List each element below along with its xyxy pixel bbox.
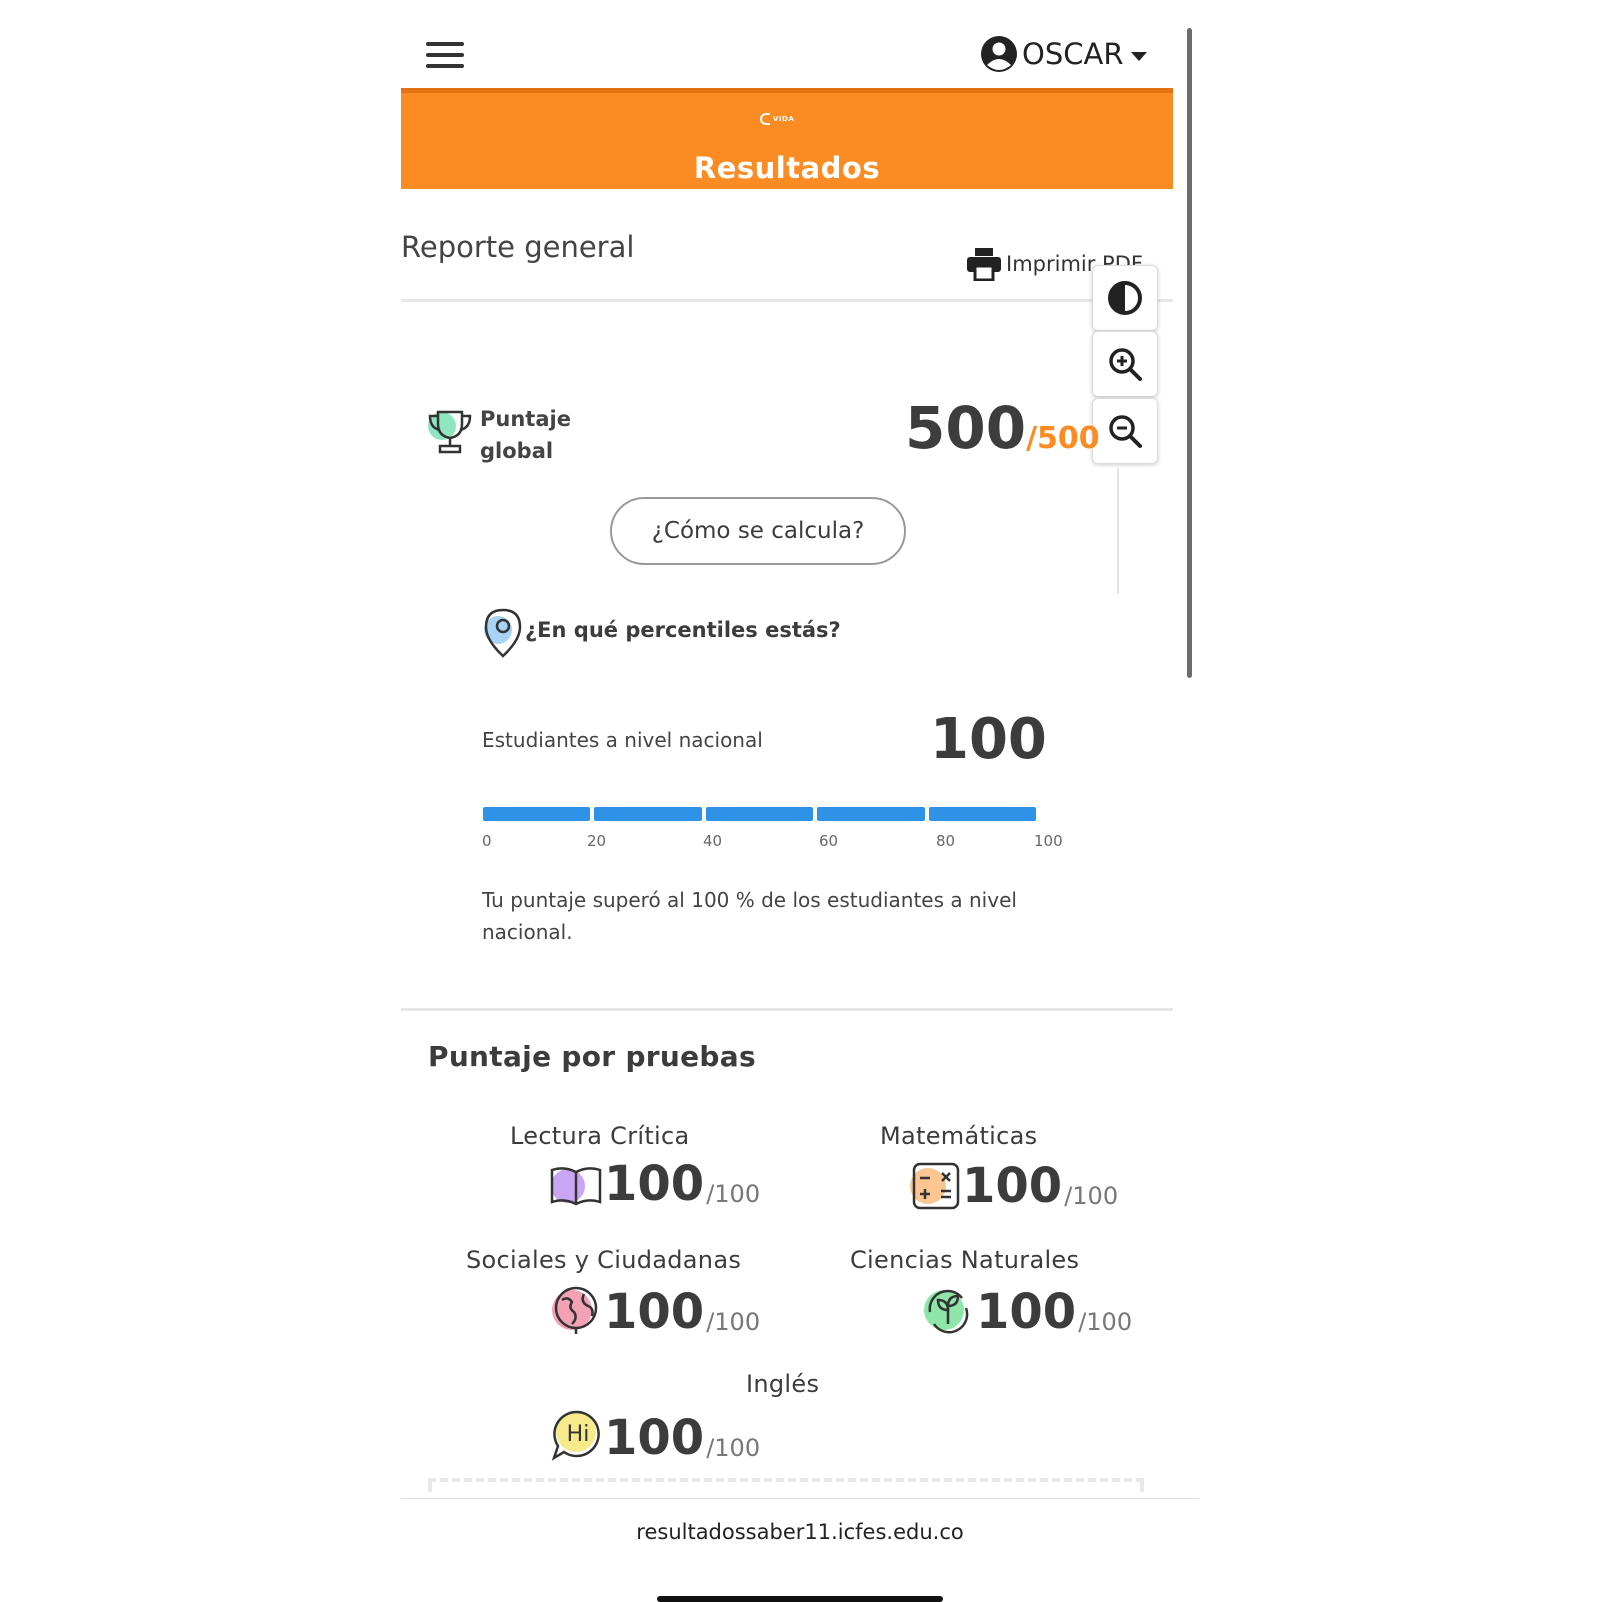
- home-indicator[interactable]: [657, 1596, 943, 1602]
- calculator-icon: [910, 1162, 960, 1210]
- contrast-toggle-button[interactable]: [1092, 265, 1158, 331]
- progress-segment: [705, 807, 814, 821]
- divider: [401, 1498, 1199, 1499]
- hamburger-menu-button[interactable]: [426, 42, 464, 68]
- contrast-icon: [1108, 281, 1142, 315]
- percentile-progress-bar: [483, 807, 1037, 821]
- svg-text:Hi: Hi: [567, 1422, 590, 1447]
- browser-url[interactable]: resultadossaber11.icfes.edu.co: [401, 1520, 1199, 1544]
- speech-bubble-icon: Hi: [551, 1410, 600, 1461]
- subject-title-ciencias: Ciencias Naturales: [850, 1246, 1080, 1274]
- menu-line: [426, 64, 464, 68]
- page-title: Resultados: [693, 151, 881, 185]
- divider: [1117, 468, 1119, 594]
- how-calculated-button[interactable]: ¿Cómo se calcula?: [610, 497, 906, 565]
- divider: [401, 299, 1173, 302]
- divider: [401, 1008, 1173, 1011]
- progress-segment: [483, 807, 591, 821]
- zoom-in-button[interactable]: [1092, 331, 1158, 397]
- scale-tick: 0: [482, 832, 492, 850]
- decorative-dashed-border: [428, 1478, 1144, 1492]
- zoom-out-button[interactable]: [1092, 398, 1158, 464]
- subject-score-ingles: Hi 100 /100: [550, 1408, 760, 1462]
- subject-score-ciencias: 100 /100: [920, 1284, 1132, 1336]
- brand-logo: VIDA: [760, 112, 798, 126]
- book-icon: [550, 1167, 602, 1206]
- scale-tick: 40: [703, 832, 723, 850]
- national-students-label: Estudiantes a nivel nacional: [482, 728, 763, 752]
- zoom-out-icon: [1109, 415, 1142, 448]
- globe-icon: [552, 1286, 598, 1334]
- progress-segment: [817, 807, 925, 821]
- subject-score-matematicas: 100 /100: [906, 1160, 1118, 1210]
- location-pin-icon: [484, 608, 522, 658]
- section-title-reporte-general: Reporte general: [401, 230, 635, 264]
- subject-title-lectura: Lectura Crítica: [510, 1122, 690, 1150]
- user-name: OSCAR: [1022, 37, 1124, 71]
- zoom-in-icon: [1109, 348, 1142, 381]
- section-title-puntaje-por-pruebas: Puntaje por pruebas: [428, 1040, 756, 1073]
- plant-icon: [924, 1289, 969, 1334]
- percentile-description: Tu puntaje superó al 100 % de los estudi…: [482, 888, 1017, 944]
- menu-line: [426, 42, 464, 46]
- printer-icon: [967, 248, 1001, 281]
- chevron-down-icon: [1131, 51, 1148, 61]
- subject-title-matematicas: Matemáticas: [880, 1122, 1038, 1150]
- progress-segment: [594, 807, 702, 821]
- menu-line: [426, 53, 464, 57]
- subject-title-ingles: Inglés: [746, 1370, 820, 1398]
- global-score-label: Puntaje global: [480, 407, 571, 463]
- logo-mark-icon: [760, 113, 770, 125]
- scale-tick: 60: [819, 832, 839, 850]
- scale-tick: 80: [936, 832, 956, 850]
- national-percentile-value: 100: [930, 707, 1047, 772]
- user-avatar-icon: [981, 36, 1017, 72]
- user-menu[interactable]: OSCAR: [980, 32, 1148, 76]
- scale-tick: 20: [587, 832, 607, 850]
- subject-score-sociales: 100 /100: [548, 1284, 760, 1336]
- progress-segment: [928, 807, 1037, 821]
- global-score: 500/500: [905, 394, 1100, 462]
- subject-score-lectura: 100 /100: [548, 1160, 760, 1208]
- scale-tick: 100: [1034, 832, 1063, 850]
- percentiles-title: ¿En qué percentiles estás?: [525, 618, 841, 642]
- trophy-icon: [428, 410, 472, 454]
- subject-title-sociales: Sociales y Ciudadanas: [466, 1246, 742, 1274]
- scrollbar[interactable]: [1187, 28, 1192, 678]
- global-score-max: /500: [1026, 421, 1100, 456]
